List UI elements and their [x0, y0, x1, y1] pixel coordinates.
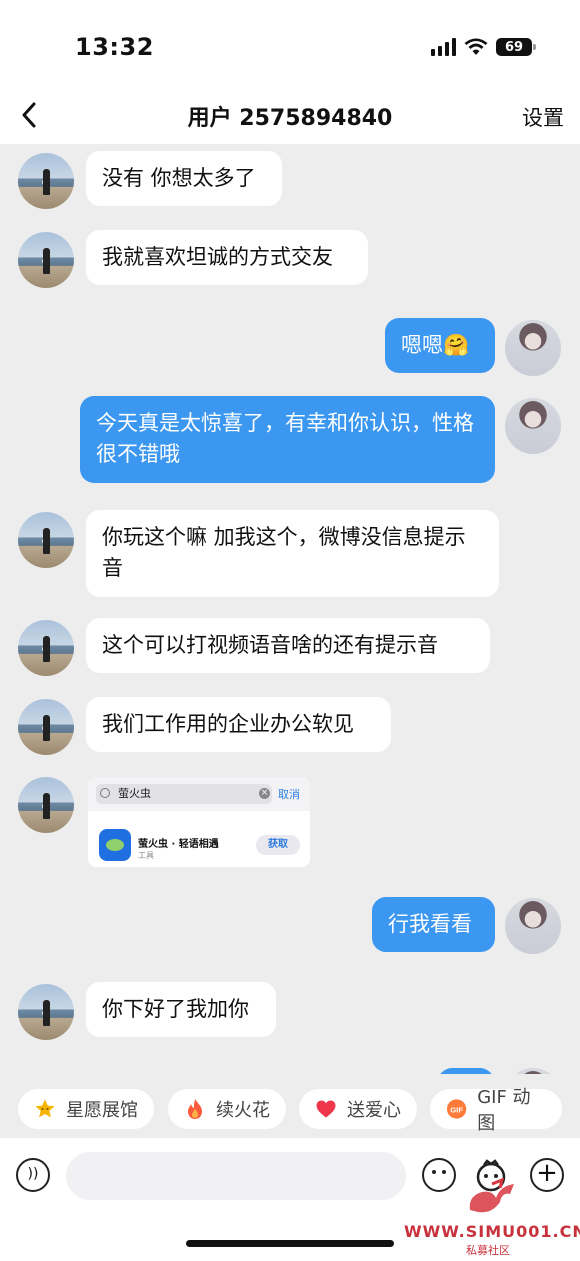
message-bubble[interactable]: 我们工作用的企业办公软见	[86, 697, 391, 752]
quick-action-send-love[interactable]: 送爱心	[299, 1089, 417, 1129]
quick-action-label: 星愿展馆	[66, 1100, 138, 1121]
message-bubble[interactable]: 你玩这个嘛 加我这个，微博没信息提示音	[86, 510, 499, 597]
message-bubble[interactable]: 我就喜欢坦诚的方式交友	[86, 230, 368, 285]
quick-action-spark[interactable]: 续火花	[168, 1089, 286, 1129]
gif-icon: GIF	[446, 1099, 467, 1119]
message-bubble[interactable]: 嗯嗯🤗	[385, 318, 495, 373]
page-title: 用户 2575894840	[187, 106, 393, 131]
watermark-site: WWW.SIMU001.CN	[404, 1222, 580, 1241]
status-bar: 13:32 69	[0, 0, 580, 88]
quick-action-star-gallery[interactable]: 星愿展馆	[18, 1089, 154, 1129]
watermark-logo-icon	[469, 1178, 514, 1213]
home-indicator	[186, 1240, 394, 1247]
clear-icon: ×	[259, 788, 270, 799]
message-bubble[interactable]: 你下好了我加你	[86, 982, 276, 1037]
image-message[interactable]: 萤火虫 × 取消 萤火虫 · 轻语相遇 工具 获取	[88, 777, 310, 867]
flame-icon	[188, 1099, 202, 1119]
message-bubble[interactable]: 这个可以打视频语音啥的还有提示音	[86, 618, 490, 673]
heart-icon	[316, 1100, 336, 1118]
settings-button[interactable]: 设置	[522, 102, 564, 132]
chat-area[interactable]: 没有 你想太多了 我就喜欢坦诚的方式交友 嗯嗯🤗 今天真是太惊喜了，有幸和你认识…	[0, 144, 580, 1074]
contact-avatar[interactable]	[18, 512, 74, 568]
message-bubble[interactable]: 没有 你想太多了	[86, 151, 282, 206]
search-icon	[100, 788, 110, 798]
wifi-icon	[464, 38, 488, 55]
svg-text:GIF: GIF	[450, 1105, 463, 1114]
voice-icon[interactable]: ))	[16, 1158, 50, 1192]
message-input[interactable]	[66, 1152, 406, 1200]
battery-icon: 69	[496, 38, 536, 56]
app-name: 萤火虫 · 轻语相遇	[138, 839, 219, 850]
search-field: 萤火虫	[96, 784, 272, 804]
user-avatar[interactable]	[505, 320, 561, 376]
contact-avatar[interactable]	[18, 620, 74, 676]
user-avatar[interactable]	[505, 898, 561, 954]
app-logo-icon	[99, 829, 131, 861]
message-bubble[interactable]: 行我看看	[372, 897, 495, 952]
contact-avatar[interactable]	[18, 777, 74, 833]
quick-action-gif[interactable]: GIF GIF 动图	[430, 1087, 562, 1134]
app-category: 工具	[138, 851, 154, 860]
quick-actions-bar: 星愿展馆 续火花 送爱心 GIF GIF 动图	[0, 1074, 580, 1138]
contact-avatar[interactable]	[18, 699, 74, 755]
cancel-label: 取消	[278, 788, 300, 801]
quick-action-label: GIF 动图	[477, 1087, 531, 1134]
get-button: 获取	[256, 835, 300, 855]
user-avatar[interactable]	[505, 398, 561, 454]
quick-action-label: 送爱心	[347, 1100, 401, 1121]
contact-avatar[interactable]	[18, 232, 74, 288]
status-icons: 69	[431, 36, 536, 58]
watermark: WWW.SIMU001.CN 私募社区	[404, 1178, 580, 1258]
signal-icon	[431, 38, 456, 56]
contact-avatar[interactable]	[18, 153, 74, 209]
status-time: 13:32	[75, 33, 154, 61]
nav-bar: 用户 2575894840 设置	[0, 88, 580, 144]
quick-action-label: 续火花	[216, 1100, 270, 1121]
message-bubble[interactable]: 今天真是太惊喜了，有幸和你认识，性格很不错哦	[80, 396, 495, 483]
contact-avatar[interactable]	[18, 984, 74, 1040]
star-icon	[35, 1099, 55, 1118]
watermark-sub: 私募社区	[466, 1244, 510, 1257]
